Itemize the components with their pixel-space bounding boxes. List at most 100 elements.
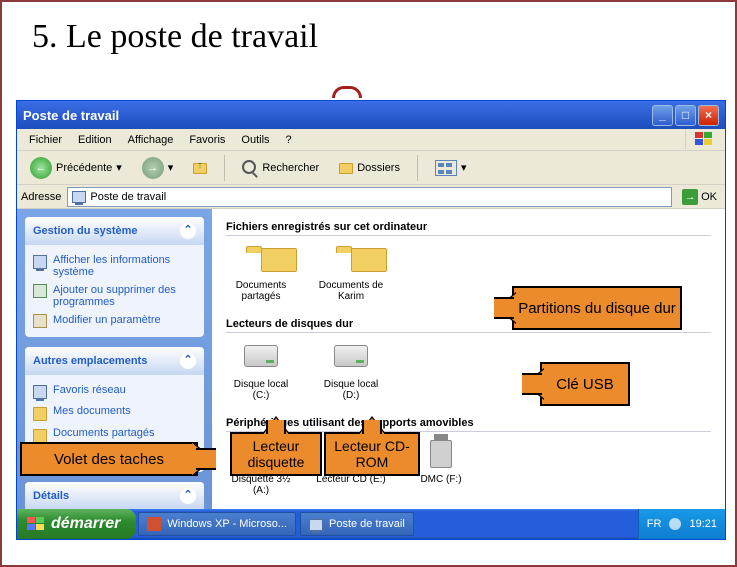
local-disk-c[interactable]: Disque local (C:) bbox=[226, 339, 296, 401]
callout-label: Clé USB bbox=[556, 376, 614, 393]
titlebar: Poste de travail _ □ × bbox=[17, 101, 725, 129]
place-label: Documents partagés bbox=[53, 427, 155, 443]
chevron-down-icon: ▾ bbox=[461, 161, 467, 174]
taskbar: démarrer Windows XP - Microso... Poste d… bbox=[17, 509, 725, 539]
toolbar: ← Précédente ▾ → ▾ ↑ Rechercher Dossiers bbox=[17, 151, 725, 185]
slide: 5. Le poste de travail Poste de travail … bbox=[0, 0, 737, 567]
panel-system-tasks: Gestion du système ⌃ Afficher les inform… bbox=[25, 217, 204, 337]
panel-header[interactable]: Détails ⌃ bbox=[25, 482, 204, 509]
window-title: Poste de travail bbox=[23, 108, 650, 123]
menu-favorites[interactable]: Favoris bbox=[181, 131, 233, 149]
address-value: Poste de travail bbox=[90, 191, 166, 203]
callout-taskpane: Volet des taches bbox=[20, 442, 198, 476]
section-files-header: Fichiers enregistrés sur cet ordinateur bbox=[226, 219, 711, 236]
menu-view[interactable]: Affichage bbox=[120, 131, 182, 149]
taskbar-item[interactable]: Poste de travail bbox=[300, 512, 414, 536]
callout-label: Partitions du disque dur bbox=[518, 300, 676, 317]
taskbar-item-label: Poste de travail bbox=[329, 518, 405, 530]
tray-icon[interactable] bbox=[669, 518, 681, 530]
forward-button[interactable]: → ▾ bbox=[135, 154, 181, 182]
close-button[interactable]: × bbox=[698, 105, 719, 126]
taskbar-item[interactable]: Windows XP - Microso... bbox=[138, 512, 296, 536]
collapse-icon: ⌃ bbox=[180, 488, 196, 504]
user-documents[interactable]: Documents de Karim bbox=[316, 242, 386, 302]
system-tray: FR 19:21 bbox=[638, 509, 725, 539]
info-icon bbox=[33, 255, 47, 269]
address-input[interactable]: Poste de travail bbox=[67, 187, 672, 207]
menubar: Fichier Edition Affichage Favoris Outils… bbox=[17, 129, 725, 151]
item-label: Disque local (D:) bbox=[316, 379, 386, 401]
section-removable-header: Périphériques utilisant des supports amo… bbox=[226, 415, 711, 432]
panel-details: Détails ⌃ Poste de travail Dossier systè… bbox=[25, 482, 204, 509]
local-disk-d[interactable]: Disque local (D:) bbox=[316, 339, 386, 401]
go-button[interactable]: → OK bbox=[678, 189, 721, 205]
powerpoint-icon bbox=[147, 517, 161, 531]
folder-icon bbox=[244, 246, 278, 272]
collapse-icon: ⌃ bbox=[180, 353, 196, 369]
forward-arrow-icon: → bbox=[142, 157, 164, 179]
start-label: démarrer bbox=[51, 515, 120, 533]
place-label: Favoris réseau bbox=[53, 384, 126, 399]
callout-label: Lecteur CD-ROM bbox=[326, 438, 418, 470]
task-label: Modifier un paramètre bbox=[53, 314, 161, 328]
clock[interactable]: 19:21 bbox=[689, 518, 717, 530]
panel-header[interactable]: Autres emplacements ⌃ bbox=[25, 347, 204, 375]
shareddocs-icon bbox=[33, 429, 47, 443]
windows-flag-icon bbox=[685, 129, 721, 149]
place-link[interactable]: Favoris réseau bbox=[33, 381, 196, 402]
task-link[interactable]: Modifier un paramètre bbox=[33, 311, 196, 331]
task-link[interactable]: Ajouter ou supprimer des programmes bbox=[33, 281, 196, 311]
back-arrow-icon: ← bbox=[30, 157, 52, 179]
chevron-down-icon: ▾ bbox=[168, 161, 174, 174]
folders-icon bbox=[339, 163, 353, 174]
go-arrow-icon: → bbox=[682, 189, 698, 205]
settings-icon bbox=[33, 314, 47, 328]
computer-icon bbox=[309, 519, 323, 531]
item-label: Disque local (C:) bbox=[226, 379, 296, 401]
taskbar-item-label: Windows XP - Microso... bbox=[167, 518, 287, 530]
panel-header[interactable]: Gestion du système ⌃ bbox=[25, 217, 204, 245]
addremove-icon bbox=[33, 284, 47, 298]
mydocs-icon bbox=[33, 407, 47, 421]
views-button[interactable]: ▾ bbox=[428, 157, 474, 179]
menu-file[interactable]: Fichier bbox=[21, 131, 70, 149]
item-label: Disquette 3½ (A:) bbox=[226, 474, 296, 496]
address-bar: Adresse Poste de travail → OK bbox=[17, 185, 725, 209]
maximize-button[interactable]: □ bbox=[675, 105, 696, 126]
menu-help[interactable]: ? bbox=[278, 131, 300, 149]
back-label: Précédente bbox=[56, 162, 112, 174]
start-button[interactable]: démarrer bbox=[17, 509, 136, 539]
minimize-button[interactable]: _ bbox=[652, 105, 673, 126]
panel-title: Détails bbox=[33, 490, 69, 502]
search-icon bbox=[242, 160, 258, 176]
place-label: Mes documents bbox=[53, 405, 131, 421]
language-indicator[interactable]: FR bbox=[647, 518, 662, 530]
task-label: Afficher les informations système bbox=[53, 254, 196, 278]
section-drives-items: Disque local (C:) Disque local (D:) bbox=[226, 339, 711, 401]
up-folder-icon: ↑ bbox=[193, 163, 207, 174]
callout-partitions: Partitions du disque dur bbox=[512, 286, 682, 330]
menu-tools[interactable]: Outils bbox=[233, 131, 277, 149]
folders-label: Dossiers bbox=[357, 162, 400, 174]
views-icon bbox=[435, 160, 457, 176]
item-label: Documents partagés bbox=[226, 280, 296, 302]
place-link[interactable]: Mes documents bbox=[33, 402, 196, 424]
menu-edit[interactable]: Edition bbox=[70, 131, 120, 149]
folders-button[interactable]: Dossiers bbox=[332, 158, 407, 177]
item-label: Documents de Karim bbox=[316, 280, 386, 302]
drive-icon bbox=[244, 345, 278, 367]
task-link[interactable]: Afficher les informations système bbox=[33, 251, 196, 281]
address-label: Adresse bbox=[21, 191, 61, 203]
back-button[interactable]: ← Précédente ▾ bbox=[23, 154, 129, 182]
separator bbox=[417, 155, 418, 181]
slide-title: 5. Le poste de travail bbox=[2, 2, 735, 66]
go-label: OK bbox=[701, 191, 717, 203]
windows-logo-icon bbox=[27, 517, 45, 531]
shared-documents[interactable]: Documents partagés bbox=[226, 242, 296, 302]
callout-usb: Clé USB bbox=[540, 362, 630, 406]
up-button[interactable]: ↑ bbox=[186, 158, 214, 177]
callout-label: Lecteur disquette bbox=[232, 438, 320, 470]
task-label: Ajouter ou supprimer des programmes bbox=[53, 284, 196, 308]
search-button[interactable]: Rechercher bbox=[235, 157, 326, 179]
chevron-down-icon: ▾ bbox=[116, 161, 122, 174]
